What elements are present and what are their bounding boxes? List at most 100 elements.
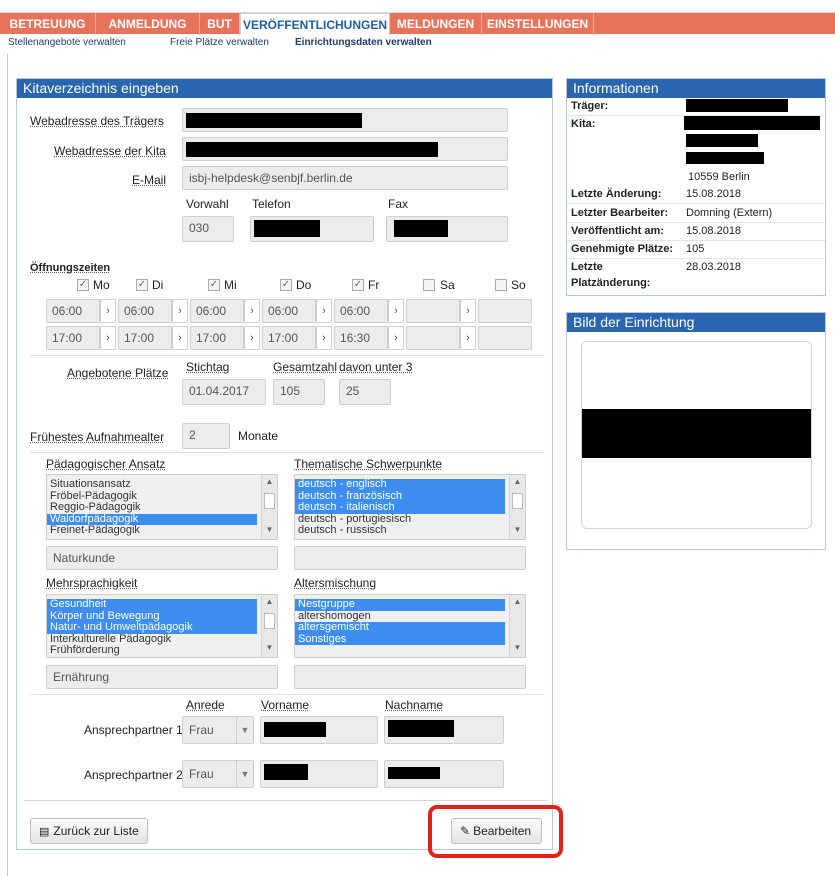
open-time-mi[interactable]: 06:00 — [190, 299, 244, 323]
day-label-di: Di — [152, 278, 164, 292]
copy-arrow-icon[interactable]: › — [388, 326, 404, 350]
thema-extra-field[interactable] — [294, 546, 526, 570]
back-button-label: Zurück zur Liste — [53, 824, 139, 838]
copy-arrow-icon[interactable]: › — [316, 326, 332, 350]
redacted-vorname — [264, 764, 308, 780]
oeffnungszeiten-label: Öffnungszeiten — [30, 262, 111, 274]
checkbox-fr[interactable]: ✓ — [352, 279, 364, 291]
list-item[interactable]: Sonstiges — [295, 633, 505, 645]
copy-arrow-icon[interactable]: › — [172, 326, 188, 350]
tab-but[interactable]: BUT — [200, 13, 240, 35]
chevron-down-icon[interactable]: ▼ — [236, 761, 253, 787]
close-time-sa[interactable] — [406, 326, 460, 350]
alters-listbox[interactable]: Nestgruppe altershomogen altersgemischt … — [294, 594, 526, 658]
scroll-thumb[interactable] — [512, 493, 523, 509]
open-time-mo[interactable]: 06:00 — [46, 299, 100, 323]
copy-arrow-icon[interactable]: › — [460, 299, 476, 323]
tab-anmeldung[interactable]: ANMELDUNG — [96, 13, 200, 35]
ansprech2-label: Ansprechpartner 2 — [84, 768, 183, 782]
paed-listbox[interactable]: Situationsansatz Fröbel-Pädagogik Reggio… — [46, 474, 278, 540]
tab-einstellungen[interactable]: EINSTELLUNGEN — [482, 13, 594, 35]
tab-meldungen[interactable]: MELDUNGEN — [390, 13, 482, 35]
close-time-fr[interactable]: 16:30 — [334, 326, 388, 350]
scroll-up-icon[interactable]: ▲ — [262, 597, 277, 609]
checkbox-sa[interactable] — [423, 279, 435, 291]
tab-veroeffentlichungen[interactable]: VERÖFFENTLICHUNGEN — [240, 13, 390, 35]
close-time-mi[interactable]: 17:00 — [190, 326, 244, 350]
divider — [24, 800, 548, 801]
subtab-einrichtungsdaten[interactable]: Einrichtungsdaten verwalten — [295, 37, 432, 48]
copy-arrow-icon[interactable]: › — [388, 299, 404, 323]
close-time-di[interactable]: 17:00 — [118, 326, 172, 350]
list-item[interactable]: Reggio-Pädagogik — [47, 501, 277, 514]
vorwahl-label: Vorwahl — [186, 197, 229, 211]
stichtag-field[interactable]: 01.04.2017 — [182, 379, 266, 405]
close-time-do[interactable]: 17:00 — [262, 326, 316, 350]
subtab-stellenangebote[interactable]: Stellenangebote verwalten — [8, 37, 126, 48]
kita-city: 10559 Berlin — [688, 171, 750, 183]
scroll-thumb[interactable] — [264, 613, 275, 629]
copy-arrow-icon[interactable]: › — [316, 299, 332, 323]
open-time-do[interactable]: 06:00 — [262, 299, 316, 323]
list-item[interactable]: Frühförderung — [47, 644, 277, 657]
list-item[interactable]: Natur- und Umweltpädagogik — [47, 621, 257, 634]
checkbox-di[interactable]: ✓ — [136, 279, 148, 291]
copy-arrow-icon[interactable]: › — [244, 326, 260, 350]
checkbox-mo[interactable]: ✓ — [77, 279, 89, 291]
list-item[interactable]: Gesundheit — [47, 598, 257, 611]
scrollbar[interactable]: ▲ ▼ — [509, 595, 525, 657]
open-time-di[interactable]: 06:00 — [118, 299, 172, 323]
list-item[interactable]: deutsch - englisch — [295, 478, 505, 491]
copy-arrow-icon[interactable]: › — [100, 326, 116, 350]
scroll-down-icon[interactable]: ▼ — [262, 525, 277, 537]
alters-extra-field[interactable] — [294, 665, 526, 689]
list-item[interactable]: Nestgruppe — [295, 598, 505, 611]
scroll-up-icon[interactable]: ▲ — [510, 597, 525, 609]
mehr-listbox[interactable]: Gesundheit Körper und Bewegung Natur- un… — [46, 594, 278, 658]
scroll-thumb[interactable] — [264, 493, 275, 509]
email-field[interactable]: isbj-helpdesk@senbjf.berlin.de — [182, 166, 508, 190]
open-time-sa[interactable] — [406, 299, 460, 323]
list-item[interactable]: deutsch - russisch — [295, 524, 525, 537]
open-time-so[interactable] — [478, 299, 532, 323]
list-item[interactable]: Freinet-Pädagogik — [47, 524, 277, 537]
scroll-up-icon[interactable]: ▲ — [262, 477, 277, 489]
tab-betreuung[interactable]: BETREUUNG — [0, 13, 96, 35]
day-label-fr: Fr — [368, 278, 380, 292]
info-panel-title: Informationen — [567, 79, 825, 98]
scroll-down-icon[interactable]: ▼ — [262, 643, 277, 655]
vorwahl-field[interactable]: 030 — [182, 216, 234, 242]
gesamtzahl-field[interactable]: 105 — [273, 379, 325, 405]
checkbox-do[interactable]: ✓ — [280, 279, 292, 291]
subtab-freie-plaetze[interactable]: Freie Plätze verwalten — [170, 37, 269, 48]
list-item[interactable]: deutsch - italienisch — [295, 501, 505, 514]
copy-arrow-icon[interactable]: › — [460, 326, 476, 350]
close-time-so[interactable] — [478, 326, 532, 350]
scroll-down-icon[interactable]: ▼ — [510, 525, 525, 537]
scrollbar[interactable]: ▲ ▼ — [509, 475, 525, 539]
aufnahmealter-field[interactable]: 2 — [182, 423, 230, 449]
scroll-up-icon[interactable]: ▲ — [510, 477, 525, 489]
paed-extra-field[interactable]: Naturkunde — [46, 546, 278, 570]
redacted-nachname — [388, 767, 440, 779]
copy-arrow-icon[interactable]: › — [172, 299, 188, 323]
back-to-list-button[interactable]: ▤ Zurück zur Liste — [30, 818, 148, 844]
copy-arrow-icon[interactable]: › — [100, 299, 116, 323]
mehr-extra-field[interactable]: Ernährung — [46, 665, 278, 689]
scroll-down-icon[interactable]: ▼ — [510, 643, 525, 655]
thema-listbox[interactable]: deutsch - englisch deutsch - französisch… — [294, 474, 526, 540]
checkbox-so[interactable] — [495, 279, 507, 291]
open-time-fr[interactable]: 06:00 — [334, 299, 388, 323]
scrollbar[interactable]: ▲ ▼ — [261, 595, 277, 657]
unter3-field[interactable]: 25 — [339, 379, 391, 405]
list-item[interactable]: Situationsansatz — [47, 478, 277, 491]
veroeffentlicht-label: Veröffentlicht am: — [571, 225, 664, 237]
list-item[interactable]: altersgemischt — [295, 621, 505, 634]
kita-info-label: Kita: — [571, 118, 596, 130]
copy-arrow-icon[interactable]: › — [244, 299, 260, 323]
close-time-mo[interactable]: 17:00 — [46, 326, 100, 350]
scrollbar[interactable]: ▲ ▼ — [261, 475, 277, 539]
chevron-down-icon[interactable]: ▼ — [236, 717, 253, 743]
edit-button[interactable]: ✎ Bearbeiten — [451, 818, 542, 844]
checkbox-mi[interactable]: ✓ — [208, 279, 220, 291]
